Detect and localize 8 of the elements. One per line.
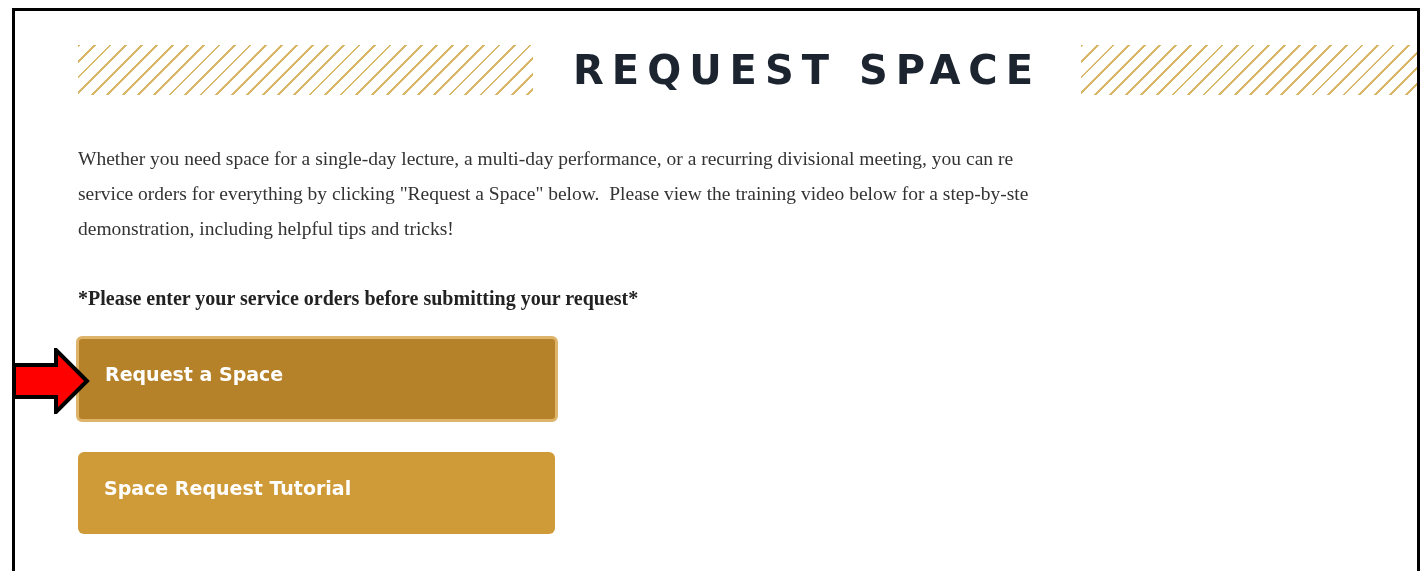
notice-text: *Please enter your service orders before submitting your request* bbox=[78, 286, 640, 312]
page-title: REQUEST SPACE bbox=[573, 47, 1042, 93]
intro-text: service orders for everything by clicking "Request a Space" below. Please view the training video below for a step-by-ste bbox=[78, 182, 1030, 206]
arrow-icon bbox=[15, 348, 90, 414]
intro-text: demonstration, including helpful tips and tricks! bbox=[78, 217, 455, 241]
link-button[interactable]: Request a Space bbox=[76, 336, 558, 422]
link-button[interactable]: Space Request Tutorial bbox=[78, 452, 555, 534]
intro-text: Whether you need space for a single-day lecture, a multi-day performance, or a recurring divisional meeting, you can re bbox=[78, 147, 1015, 171]
